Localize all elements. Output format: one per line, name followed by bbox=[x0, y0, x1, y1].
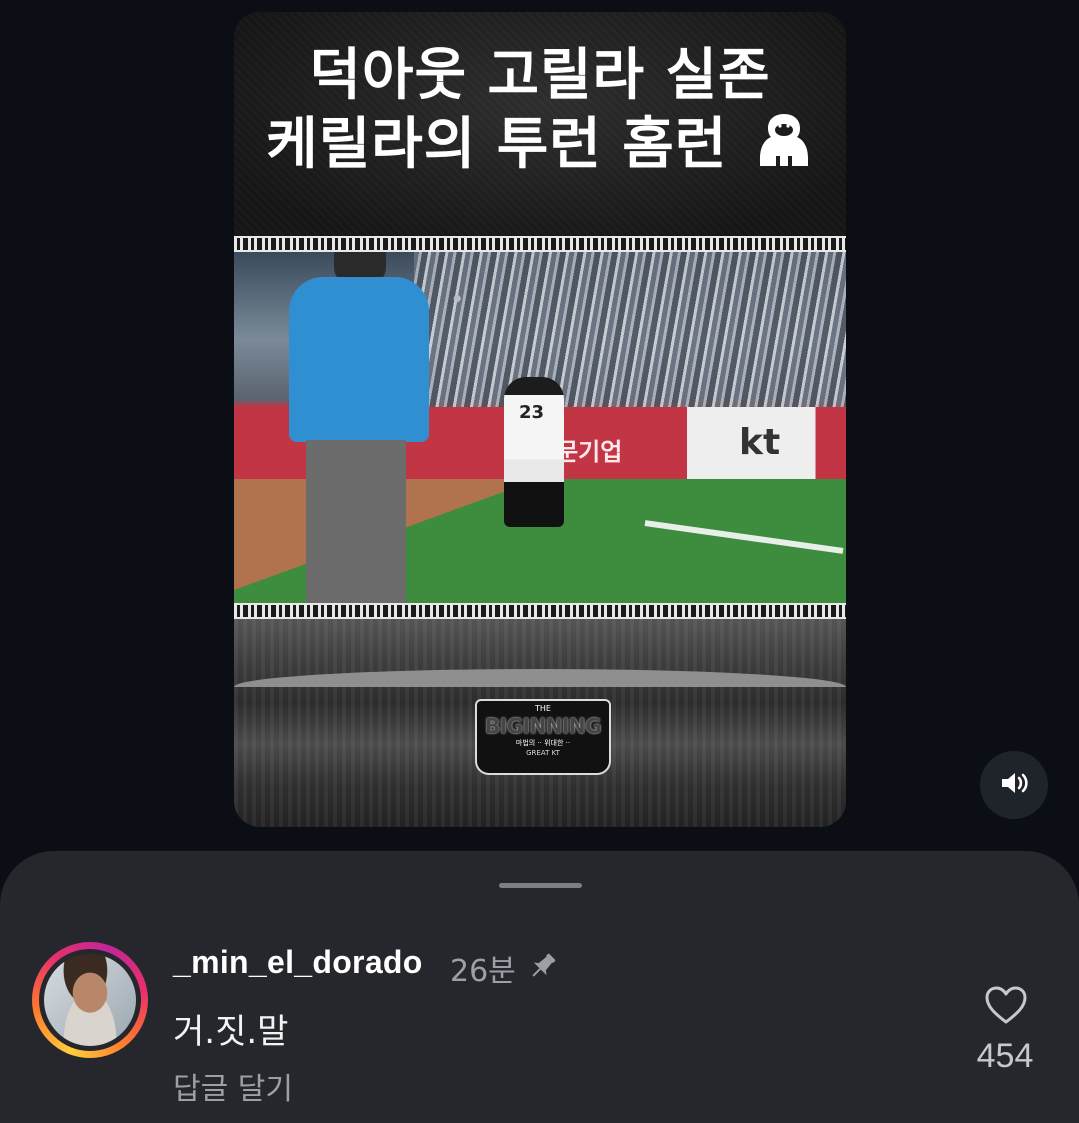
greek-key-border bbox=[234, 236, 846, 252]
comment-text: 거.짓.말 bbox=[173, 1012, 289, 1052]
logo-sub: GREAT KT bbox=[526, 749, 560, 757]
greek-key-border-bottom bbox=[234, 603, 846, 619]
stadium-background: THE BIGINNING 마법의 ·· 위대한 ·· GREAT KT bbox=[234, 619, 846, 827]
base-runner bbox=[504, 377, 564, 527]
player-number: 23 bbox=[519, 402, 545, 423]
headline-line-2: 케릴라의 투런 홈런 bbox=[266, 112, 728, 178]
headline-line-1: 덕아웃 고릴라 실존 bbox=[309, 43, 771, 108]
heart-outline-icon[interactable] bbox=[984, 985, 1028, 1029]
logo-word: BIGINNING bbox=[484, 714, 602, 738]
big-inning-logo: THE BIGINNING 마법의 ·· 위대한 ·· GREAT KT bbox=[475, 699, 611, 775]
logo-tagline: 마법의 ·· 위대한 ·· bbox=[515, 739, 571, 747]
pin-icon bbox=[526, 949, 560, 987]
speaker-on-icon bbox=[998, 767, 1030, 803]
stadium-crowd bbox=[414, 252, 846, 407]
umpire-pants bbox=[306, 440, 406, 603]
comment-time: 26분 bbox=[450, 954, 516, 989]
avatar-photo bbox=[44, 954, 136, 1046]
stadium-roof bbox=[234, 669, 846, 687]
sound-toggle-button[interactable] bbox=[980, 751, 1048, 819]
sheet-drag-handle[interactable] bbox=[499, 883, 582, 888]
reel-video[interactable]: 덕아웃 고릴라 실존 케릴라의 투런 홈런 전문기업 kt 23 THE BIG… bbox=[234, 12, 846, 827]
baseball-footage: 전문기업 kt 23 bbox=[234, 252, 846, 603]
comments-sheet[interactable]: _min_el_dorado 26분 거.짓.말 답글 달기 454 bbox=[0, 851, 1079, 1123]
avatar-story-ring[interactable] bbox=[32, 942, 148, 1058]
comment-username[interactable]: _min_el_dorado bbox=[173, 944, 423, 981]
video-headline: 덕아웃 고릴라 실존 케릴라의 투런 홈런 bbox=[234, 12, 846, 238]
umpire bbox=[289, 277, 429, 442]
gorilla-icon bbox=[754, 110, 814, 186]
kt-logo: kt bbox=[739, 422, 781, 463]
like-count: 454 bbox=[976, 1037, 1034, 1075]
avatar bbox=[39, 949, 141, 1051]
logo-the: THE bbox=[535, 704, 551, 713]
reply-button[interactable]: 답글 달기 bbox=[173, 1064, 293, 1108]
